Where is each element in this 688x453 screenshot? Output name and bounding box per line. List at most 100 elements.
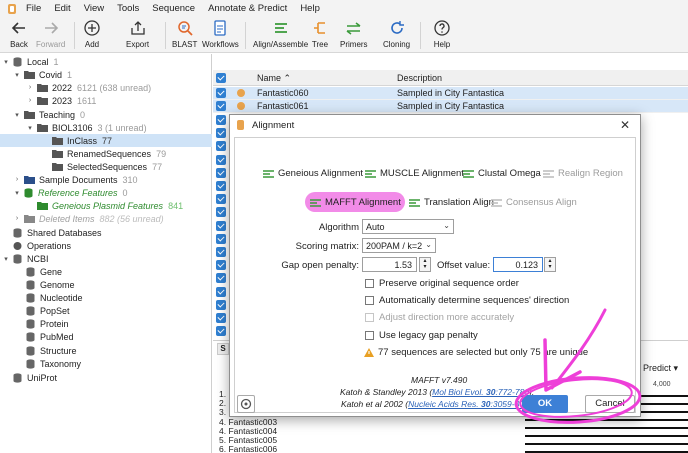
- scoring-matrix-select[interactable]: 200PAM / k=2 ⌄: [362, 238, 436, 253]
- tree-item-teaching[interactable]: ▾ Teaching 0: [13, 108, 85, 121]
- row-checkbox[interactable]: [216, 326, 226, 337]
- row-checkbox[interactable]: [216, 233, 226, 244]
- preserve-order-checkbox[interactable]: Preserve original sequence order: [365, 278, 519, 289]
- citation-link[interactable]: Mol Biol Evol. 30:772-780: [432, 387, 529, 397]
- help-button[interactable]: Help: [433, 19, 451, 49]
- chevron-right-icon[interactable]: ›: [26, 84, 34, 91]
- gap-open-penalty-input[interactable]: 1.53: [362, 257, 417, 272]
- predict-label[interactable]: Predict ▾: [643, 363, 678, 374]
- tree-item-2022[interactable]: › 2022 6121 (638 unread): [26, 81, 151, 94]
- citation-link[interactable]: Nucleic Acids Res. 30:3059-3066: [408, 399, 533, 409]
- tree-item-ncbi-structure[interactable]: Structure: [26, 344, 77, 357]
- row-checkbox[interactable]: [216, 115, 226, 125]
- row-checkbox[interactable]: [216, 167, 226, 178]
- row-checkbox[interactable]: [216, 141, 226, 152]
- menu-help[interactable]: Help: [300, 3, 320, 14]
- ok-button[interactable]: OK: [522, 395, 568, 413]
- menu-annotate-predict[interactable]: Annotate & Predict: [208, 3, 287, 14]
- tree-item-renamed[interactable]: RenamedSequences 79: [52, 147, 166, 160]
- row-checkbox[interactable]: [216, 220, 226, 231]
- tree-item-ncbi[interactable]: ▾ NCBI: [2, 252, 48, 265]
- row-checkbox[interactable]: [216, 194, 226, 205]
- tree-item-ncbi-pubmed[interactable]: PubMed: [26, 330, 74, 343]
- tree-item-uniprot[interactable]: UniProt: [2, 371, 57, 384]
- row-checkbox[interactable]: [216, 154, 226, 165]
- chevron-down-icon[interactable]: ▾: [2, 255, 10, 263]
- cancel-button[interactable]: Cancel: [585, 395, 635, 413]
- row-checkbox[interactable]: [216, 207, 226, 218]
- chevron-right-icon[interactable]: ›: [13, 215, 21, 222]
- tree-button[interactable]: Tree: [311, 19, 329, 49]
- settings-button[interactable]: [237, 395, 255, 413]
- gap-open-penalty-spinner[interactable]: ▴ ▾: [419, 257, 431, 272]
- chevron-down-icon[interactable]: ▾: [13, 111, 21, 119]
- tree-item-ncbi-genome[interactable]: Genome: [26, 278, 75, 291]
- align-assemble-button[interactable]: Align/Assemble: [253, 19, 308, 49]
- cloning-button[interactable]: Cloning: [383, 19, 410, 49]
- viewer-tab[interactable]: S: [217, 343, 229, 355]
- primers-button[interactable]: Primers: [340, 19, 368, 49]
- chevron-down-icon[interactable]: ▾: [26, 124, 34, 132]
- export-button[interactable]: Export: [126, 19, 149, 49]
- offset-value-spinner[interactable]: ▴ ▾: [544, 257, 556, 272]
- table-row[interactable]: Fantastic061 Sampled in City Fantastica: [213, 100, 688, 113]
- add-button[interactable]: Add: [83, 19, 101, 49]
- column-header-name[interactable]: Name ⌃: [257, 73, 291, 84]
- option-geneious-alignment[interactable]: Geneious Alignment: [263, 168, 363, 179]
- algorithm-select[interactable]: Auto ⌄: [362, 219, 454, 234]
- tree-item-reference-features[interactable]: ▾ Reference Features 0: [13, 186, 127, 199]
- chevron-down-icon[interactable]: ▾: [2, 58, 10, 66]
- row-checkbox[interactable]: [216, 286, 226, 297]
- menu-view[interactable]: View: [84, 3, 104, 14]
- tree-item-inclass[interactable]: InClass 77: [0, 134, 212, 147]
- blast-button[interactable]: BLAST: [172, 19, 197, 49]
- chevron-down-icon[interactable]: ▾: [13, 189, 21, 197]
- tree-item-ncbi-nucleotide[interactable]: Nucleotide: [26, 291, 83, 304]
- offset-value-input[interactable]: 0.123: [493, 257, 543, 272]
- tree-item-deleted[interactable]: › Deleted Items 882 (56 unread): [13, 212, 164, 225]
- row-checkbox[interactable]: [216, 181, 226, 191]
- tree-item-shared-databases[interactable]: Shared Databases: [2, 226, 102, 239]
- tree-item-operations[interactable]: Operations: [2, 239, 71, 252]
- forward-button[interactable]: Forward: [36, 19, 65, 49]
- row-checkbox[interactable]: [216, 260, 226, 271]
- option-muscle-alignment[interactable]: MUSCLE Alignment: [365, 168, 464, 179]
- tree-item-ncbi-popset[interactable]: PopSet: [26, 304, 70, 317]
- legacy-gap-checkbox[interactable]: Use legacy gap penalty: [365, 330, 478, 341]
- row-checkbox[interactable]: [216, 101, 226, 111]
- menu-sequence[interactable]: Sequence: [152, 3, 195, 14]
- menu-edit[interactable]: Edit: [54, 3, 70, 14]
- tree-item-local[interactable]: ▾ Local 1: [2, 55, 58, 68]
- checkbox-box[interactable]: [365, 279, 374, 288]
- row-checkbox[interactable]: [216, 273, 226, 284]
- tree-item-ncbi-protein[interactable]: Protein: [26, 317, 69, 330]
- menu-tools[interactable]: Tools: [117, 3, 139, 14]
- row-checkbox[interactable]: [216, 299, 226, 310]
- chevron-down-icon[interactable]: ▾: [13, 71, 21, 79]
- tree-item-2023[interactable]: › 2023 1611: [26, 94, 97, 107]
- table-row[interactable]: Fantastic060 Sampled in City Fantastica: [213, 87, 688, 100]
- row-checkbox[interactable]: [216, 247, 226, 257]
- chevron-right-icon[interactable]: ›: [13, 176, 21, 183]
- tree-item-selected[interactable]: SelectedSequences 77: [52, 160, 162, 173]
- checkbox-box[interactable]: [365, 296, 374, 305]
- row-checkbox[interactable]: [216, 313, 226, 323]
- column-header-description[interactable]: Description: [397, 73, 442, 83]
- tree-item-ncbi-taxonomy[interactable]: Taxonomy: [26, 357, 81, 370]
- tree-item-covid[interactable]: ▾ Covid 1: [13, 68, 72, 81]
- chevron-right-icon[interactable]: ›: [26, 97, 34, 104]
- row-checkbox[interactable]: [216, 88, 226, 98]
- workflows-button[interactable]: Workflows: [202, 19, 239, 49]
- checkbox-box[interactable]: [365, 331, 374, 340]
- auto-direction-checkbox[interactable]: Automatically determine sequences' direc…: [365, 295, 569, 306]
- option-mafft-alignment[interactable]: MAFFT Alignment: [310, 197, 401, 208]
- option-translation-align[interactable]: Translation Align: [409, 197, 494, 208]
- back-button[interactable]: Back: [10, 19, 28, 49]
- close-icon[interactable]: ✕: [620, 118, 630, 132]
- tree-item-sample-documents[interactable]: › Sample Documents 310: [13, 173, 138, 186]
- tree-item-biol3106[interactable]: ▾ BIOL3106 3 (1 unread): [26, 121, 146, 134]
- select-all-checkbox[interactable]: [216, 73, 226, 83]
- menu-file[interactable]: File: [26, 3, 41, 14]
- row-checkbox[interactable]: [216, 128, 226, 139]
- tree-item-plasmid-features[interactable]: Geneious Plasmid Features 841: [37, 199, 183, 212]
